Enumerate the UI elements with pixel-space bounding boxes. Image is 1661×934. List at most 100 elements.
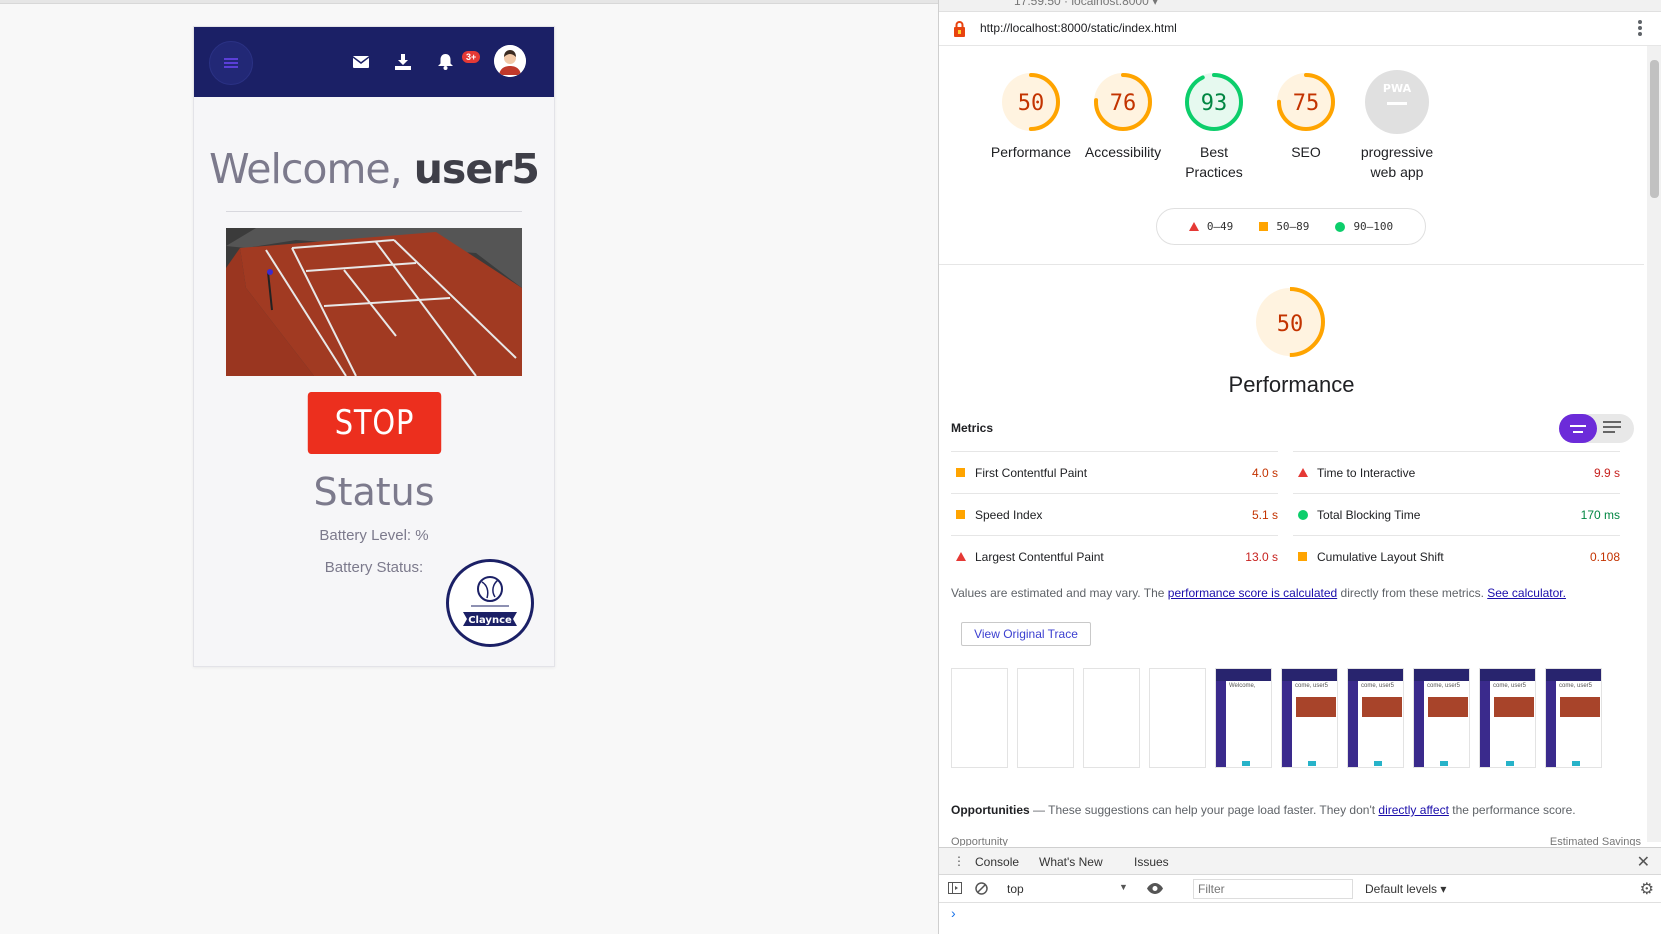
report-scrollbar[interactable] bbox=[1647, 46, 1661, 842]
savings-column: Estimated Savings bbox=[1549, 836, 1641, 846]
metric-speed-index: Speed Index 5.1 s bbox=[951, 493, 1278, 535]
filmstrip-frame bbox=[1149, 668, 1206, 768]
default-levels-select[interactable]: Default levels ▾ bbox=[1365, 882, 1446, 896]
average-square-icon bbox=[1259, 222, 1269, 231]
tab-whats-new[interactable]: What's New bbox=[1039, 855, 1103, 869]
legend-fail: 0–49 bbox=[1206, 220, 1234, 233]
average-square-icon bbox=[956, 510, 965, 519]
lighthouse-devtools-panel: 17:59:50 · localhost:8000 ▾ http://local… bbox=[938, 0, 1661, 934]
lighthouse-icon bbox=[954, 21, 965, 37]
metric-value: 13.0 s bbox=[1245, 550, 1278, 564]
pass-circle-icon bbox=[1298, 510, 1308, 520]
fail-triangle-icon bbox=[1298, 468, 1308, 477]
metrics-view-toggle[interactable] bbox=[1559, 414, 1634, 443]
context-select[interactable]: top bbox=[1007, 882, 1024, 896]
score-calculated-link[interactable]: performance score is calculated bbox=[1168, 586, 1337, 600]
notification-badge: 3+ bbox=[462, 51, 481, 63]
score-legend: 0–49 50–89 90–100 bbox=[1156, 208, 1426, 245]
console-prompt[interactable]: › bbox=[951, 905, 956, 921]
mobile-app-viewport: 3+ Welcome, user5 STOP Status Battery Le… bbox=[193, 26, 555, 667]
console-settings-gear-icon[interactable]: ⚙ bbox=[1640, 879, 1654, 899]
mail-icon[interactable] bbox=[350, 51, 372, 73]
metric-value: 4.0 s bbox=[1251, 466, 1278, 480]
metric-value: 9.9 s bbox=[1593, 466, 1620, 480]
stop-button[interactable]: STOP bbox=[307, 392, 442, 454]
sidebar-toggle-icon[interactable] bbox=[948, 882, 962, 894]
view-original-trace-button[interactable]: View Original Trace bbox=[961, 622, 1091, 646]
svg-text:PWA: PWA bbox=[1383, 82, 1412, 95]
clear-console-icon[interactable] bbox=[975, 882, 988, 895]
pwa-badge-icon: PWA bbox=[1365, 70, 1429, 134]
tab-issues[interactable]: Issues bbox=[1134, 855, 1169, 869]
compact-view-icon[interactable] bbox=[1559, 414, 1597, 443]
opportunities-intro: Opportunities — These suggestions can he… bbox=[951, 803, 1576, 817]
camera-feed-image bbox=[226, 228, 522, 376]
eye-icon[interactable] bbox=[1147, 883, 1163, 894]
metrics-note: Values are estimated and may vary. The p… bbox=[951, 586, 1566, 600]
score-gauge: 75 bbox=[1277, 73, 1335, 131]
opportunity-column: Opportunity bbox=[951, 836, 1008, 846]
username: user5 bbox=[413, 145, 540, 193]
close-drawer-icon[interactable]: ✕ bbox=[1637, 852, 1650, 872]
opportunity-columns: Opportunity Estimated Savings bbox=[951, 836, 1641, 846]
tab-console[interactable]: Console bbox=[975, 855, 1020, 877]
score-gauge: 76 bbox=[1094, 73, 1152, 131]
filmstrip-frame: come, user5 bbox=[1413, 668, 1470, 768]
filmstrip-frame bbox=[1017, 668, 1074, 768]
drawer-tabs: ⋮ Console What's New Issues ✕ bbox=[939, 847, 1661, 877]
battery-level-label: Battery Level: % bbox=[319, 527, 429, 544]
svg-text:76: 76 bbox=[1110, 91, 1137, 116]
performance-gauge-large: 50 bbox=[1253, 285, 1327, 364]
console-filter-input[interactable] bbox=[1193, 879, 1353, 899]
user-avatar[interactable] bbox=[494, 45, 526, 77]
filmstrip-frame: come, user5 bbox=[1479, 668, 1536, 768]
filmstrip: Welcome, come, user5 come, user5 come, user… bbox=[951, 668, 1651, 768]
metric-name: Cumulative Layout Shift bbox=[1317, 550, 1444, 564]
metric-time-to-interactive: Time to Interactive 9.9 s bbox=[1293, 451, 1620, 493]
directly-affect-link[interactable]: directly affect bbox=[1378, 803, 1448, 817]
devtools-top-strip: 17:59:50 · localhost:8000 ▾ bbox=[939, 0, 1661, 12]
score-label: progressive web app bbox=[1360, 144, 1434, 180]
filmstrip-frame bbox=[1083, 668, 1140, 768]
menu-toggle-button[interactable] bbox=[209, 41, 253, 85]
metrics-heading: Metrics bbox=[951, 421, 994, 435]
bell-icon[interactable] bbox=[434, 51, 456, 73]
score-gauge: 93 bbox=[1185, 73, 1243, 131]
svg-text:93: 93 bbox=[1201, 91, 1228, 116]
hamburger-icon bbox=[224, 58, 238, 68]
see-calculator-link[interactable]: See calculator. bbox=[1487, 586, 1566, 600]
download-icon[interactable] bbox=[392, 51, 414, 73]
svg-text:75: 75 bbox=[1293, 91, 1320, 116]
score-progressive-web-app[interactable]: PWA progressive web app bbox=[1342, 70, 1452, 182]
svg-text:50: 50 bbox=[1018, 91, 1045, 116]
metric-value: 5.1 s bbox=[1251, 508, 1278, 522]
welcome-heading: Welcome, user5 bbox=[194, 145, 554, 193]
svg-text:50: 50 bbox=[1277, 312, 1304, 337]
filmstrip-frame: come, user5 bbox=[1281, 668, 1338, 768]
fail-triangle-icon bbox=[1188, 222, 1199, 231]
expanded-view-icon[interactable] bbox=[1603, 421, 1621, 433]
filmstrip-frame: come, user5 bbox=[1347, 668, 1404, 768]
drawer-menu-icon[interactable]: ⋮ bbox=[953, 854, 965, 868]
welcome-prefix: Welcome, bbox=[209, 145, 403, 193]
status-heading: Status bbox=[313, 470, 435, 514]
filmstrip-frame: come, user5 bbox=[1545, 668, 1602, 768]
context-dropdown-icon[interactable]: ▼ bbox=[1119, 882, 1128, 892]
more-options-icon[interactable] bbox=[1638, 20, 1642, 36]
metric-name: First Contentful Paint bbox=[975, 466, 1088, 480]
app-navbar: 3+ bbox=[194, 27, 554, 97]
metric-total-blocking-time: Total Blocking Time 170 ms bbox=[1293, 493, 1620, 535]
metric-first-contentful-paint: First Contentful Paint 4.0 s bbox=[951, 451, 1278, 493]
pass-circle-icon bbox=[1335, 221, 1346, 232]
console-toolbar: top ▼ Default levels ▾ ⚙ bbox=[939, 875, 1661, 903]
metric-name: Time to Interactive bbox=[1317, 466, 1416, 480]
filmstrip-frame: Welcome, bbox=[1215, 668, 1272, 768]
report-url[interactable]: http://localhost:8000/static/index.html bbox=[980, 21, 1177, 35]
legend-average: 50–89 bbox=[1276, 220, 1310, 233]
metric-name: Total Blocking Time bbox=[1317, 508, 1421, 522]
legend-pass: 90–100 bbox=[1353, 220, 1394, 233]
performance-title: Performance bbox=[1228, 372, 1355, 397]
metric-value: 0.108 bbox=[1589, 550, 1620, 564]
metric-value: 170 ms bbox=[1580, 508, 1620, 522]
metric-cumulative-layout-shift: Cumulative Layout Shift 0.108 bbox=[1293, 535, 1620, 577]
